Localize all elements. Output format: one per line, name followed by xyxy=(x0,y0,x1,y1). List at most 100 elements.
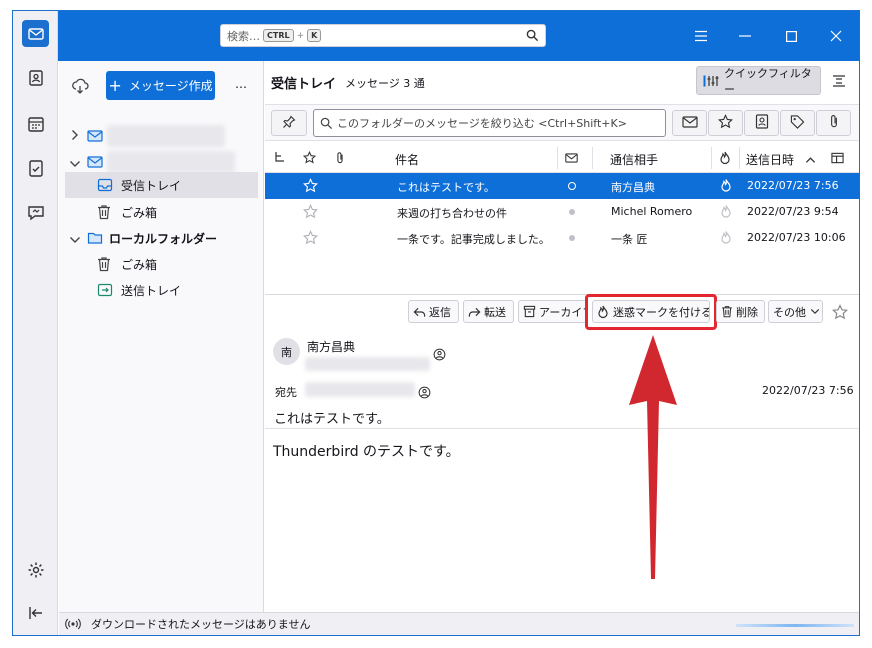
global-search-input[interactable]: 検索… CTRL + K xyxy=(220,24,546,47)
star-column-icon[interactable] xyxy=(302,150,317,167)
message-header-pane: 返信 転送 アーカイブ 迷惑マークを付ける 削除 その他 南 南方昌典 宛先 2… xyxy=(265,294,859,429)
sticky-filter-button[interactable] xyxy=(271,110,307,136)
filter-tags-button[interactable] xyxy=(780,110,815,136)
filter-starred-button[interactable] xyxy=(708,110,743,136)
account-row-1[interactable] xyxy=(59,123,264,149)
forward-label: 転送 xyxy=(484,305,506,319)
filter-attachment-button[interactable] xyxy=(816,110,851,136)
column-divider xyxy=(739,147,740,169)
chat-icon[interactable] xyxy=(22,199,49,226)
redacted-account-name xyxy=(107,151,235,173)
tag-icon xyxy=(790,114,805,133)
archive-button[interactable]: アーカイブ xyxy=(518,300,588,323)
online-status-icon[interactable] xyxy=(65,618,81,630)
display-options-icon[interactable] xyxy=(832,73,846,92)
sender-contact-icon[interactable] xyxy=(433,346,446,365)
chevron-down-icon xyxy=(69,157,81,171)
subject-column-header[interactable]: 件名 xyxy=(395,151,419,168)
quick-filter-button[interactable]: クイックフィルター xyxy=(696,66,821,96)
message-header-date: 2022/07/23 7:56 xyxy=(762,384,854,397)
attachment-column-icon[interactable] xyxy=(335,151,345,168)
unread-mail-icon xyxy=(681,114,698,133)
junk-status-icon[interactable] xyxy=(720,178,732,196)
address-book-icon[interactable] xyxy=(22,64,49,91)
compose-button[interactable]: + メッセージ作成 xyxy=(106,71,215,100)
mail-space-icon[interactable] xyxy=(22,20,49,47)
shortcut-k: K xyxy=(307,29,322,42)
message-header-subject: これはテストです。 xyxy=(274,412,390,427)
folder-title: 受信トレイ xyxy=(271,77,337,92)
forward-button[interactable]: 転送 xyxy=(463,300,514,323)
star-icon[interactable] xyxy=(302,230,319,248)
filter-unread-button[interactable] xyxy=(672,110,707,136)
read-status-dot[interactable] xyxy=(569,235,575,241)
message-date: 2022/07/23 7:56 xyxy=(747,179,839,192)
junk-status-icon[interactable] xyxy=(720,230,732,248)
read-status-dot[interactable] xyxy=(569,209,575,215)
pin-icon xyxy=(282,114,296,133)
filter-contact-button[interactable] xyxy=(744,110,779,136)
delete-label: 削除 xyxy=(736,305,758,319)
chevron-down-icon xyxy=(810,308,820,315)
trash-icon xyxy=(97,256,111,275)
read-status-column-icon[interactable] xyxy=(565,152,578,167)
reply-label: 返信 xyxy=(429,305,451,319)
date-column-header[interactable]: 送信日時 xyxy=(746,151,794,168)
recipient-contact-icon[interactable] xyxy=(418,384,431,403)
redacted-recipient-address xyxy=(305,382,415,397)
chevron-down-icon xyxy=(69,233,81,247)
message-subject: 来週の打ち合わせの件 xyxy=(397,207,507,220)
message-star-icon[interactable] xyxy=(831,304,849,324)
column-divider xyxy=(711,147,712,169)
app-menu-icon[interactable] xyxy=(691,26,711,46)
reply-button[interactable]: 返信 xyxy=(408,300,459,323)
correspondent-column-header[interactable]: 通信相手 xyxy=(610,151,658,168)
collapse-spaces-icon[interactable] xyxy=(22,599,49,626)
archive-label: アーカイブ xyxy=(539,305,588,319)
star-icon[interactable] xyxy=(302,204,319,222)
maximize-icon[interactable] xyxy=(781,26,801,46)
thunderbird-window: 検索… CTRL + K + メッセージ作成 … 受信トレイ ごみ箱 ローカルフ… xyxy=(12,10,860,636)
star-icon[interactable] xyxy=(302,178,319,196)
message-row[interactable]: 一条です。記事完成しました。 一条 匠 2022/07/23 10:06 xyxy=(265,225,859,251)
more-label: その他 xyxy=(773,305,806,319)
minimize-icon[interactable] xyxy=(735,26,755,46)
folder-inbox[interactable]: 受信トレイ xyxy=(65,172,258,198)
folder-pane: + メッセージ作成 … 受信トレイ ごみ箱 ローカルフォルダー ごみ箱 送信トレ… xyxy=(59,61,264,612)
message-count: メッセージ 3 通 xyxy=(345,77,425,90)
local-folders-row[interactable]: ローカルフォルダー xyxy=(59,225,264,251)
folder-outbox-label: 送信トレイ xyxy=(121,283,182,298)
junk-column-icon[interactable] xyxy=(719,151,731,168)
redacted-account-name xyxy=(107,125,225,147)
calendar-icon[interactable] xyxy=(22,110,49,137)
folder-local-trash[interactable]: ごみ箱 xyxy=(59,251,264,277)
archive-icon xyxy=(523,305,536,318)
junk-status-icon[interactable] xyxy=(720,204,732,222)
filter-toggle-icon xyxy=(703,75,719,87)
read-status-dot[interactable] xyxy=(568,182,576,190)
paperclip-icon xyxy=(828,114,840,133)
thread-column-icon[interactable] xyxy=(274,151,286,168)
spaces-toolbar xyxy=(13,11,58,635)
sort-ascending-icon[interactable] xyxy=(805,153,816,167)
status-bar: ダウンロードされたメッセージはありません xyxy=(59,612,859,635)
folder-pane-more-button[interactable]: … xyxy=(235,77,247,91)
get-messages-icon[interactable] xyxy=(71,77,89,99)
close-icon[interactable] xyxy=(826,26,846,46)
sender-name[interactable]: 南方昌典 xyxy=(307,338,355,355)
tasks-icon[interactable] xyxy=(22,154,49,181)
more-actions-button[interactable]: その他 xyxy=(768,300,823,323)
message-date: 2022/07/23 10:06 xyxy=(747,231,846,244)
avatar-initial: 南 xyxy=(281,345,292,359)
delete-button[interactable]: 削除 xyxy=(716,300,765,323)
folder-outbox[interactable]: 送信トレイ xyxy=(59,277,264,303)
message-row[interactable]: 来週の打ち合わせの件 Michel Romero 2022/07/23 9:54 xyxy=(265,199,859,225)
column-picker-icon[interactable] xyxy=(831,152,844,167)
folder-trash[interactable]: ごみ箱 xyxy=(59,199,264,225)
filter-input[interactable]: このフォルダーのメッセージを絞り込む <Ctrl+Shift+K> xyxy=(313,109,666,137)
settings-gear-icon[interactable] xyxy=(22,556,49,583)
quick-filter-bar: このフォルダーのメッセージを絞り込む <Ctrl+Shift+K> xyxy=(265,105,859,141)
message-subject: これはテストです。 xyxy=(397,181,495,194)
quick-filter-label: クイックフィルター xyxy=(724,66,812,96)
message-row[interactable]: これはテストです。 南方昌典 2022/07/23 7:56 xyxy=(265,173,859,199)
